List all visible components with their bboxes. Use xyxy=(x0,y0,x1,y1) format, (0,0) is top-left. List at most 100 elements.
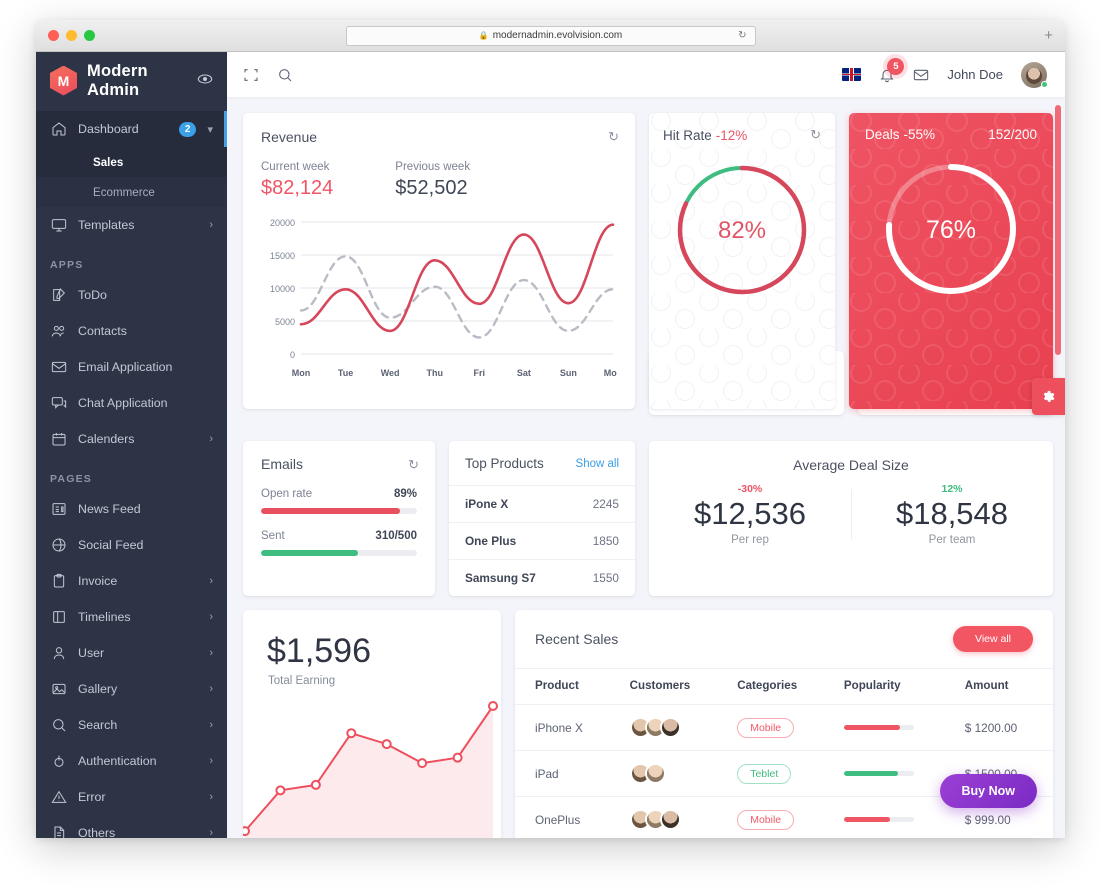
list-item[interactable]: One Plus 1850 xyxy=(449,522,635,559)
column-header-product: Product xyxy=(515,668,622,705)
table-header-row: Product Customers Categories Popularity … xyxy=(515,668,1053,705)
new-tab-button[interactable]: + xyxy=(1044,27,1053,44)
fullscreen-icon[interactable] xyxy=(243,67,259,83)
sidebar-item-gallery[interactable]: Gallery › xyxy=(36,671,227,707)
sidebar-item-label: Dashboard xyxy=(78,122,139,136)
sidebar-item-email-application[interactable]: Email Application xyxy=(36,349,227,385)
users-icon xyxy=(50,323,67,340)
browser-titlebar: 🔒 modernadmin.evolvision.com ↻ + xyxy=(36,20,1065,52)
app-shell: M Modern Admin Dashboard 2 ▾ Sales Ecomm… xyxy=(36,52,1065,838)
sidebar-item-label: Search xyxy=(78,718,118,732)
cell-category: Mobile xyxy=(729,796,836,838)
address-bar[interactable]: 🔒 modernadmin.evolvision.com ↻ xyxy=(345,25,756,46)
popularity-bar xyxy=(843,771,914,776)
close-window-button[interactable] xyxy=(48,30,59,41)
cell-product: iPad xyxy=(515,750,622,797)
sidebar-item-search[interactable]: Search › xyxy=(36,707,227,743)
hit-rate-delta: -12% xyxy=(715,127,748,143)
online-status-dot xyxy=(1041,80,1048,88)
deals-fraction: 152/200 xyxy=(988,127,1037,142)
cell-product: OnePlus xyxy=(515,796,622,838)
open-rate-bar xyxy=(261,508,417,514)
emails-title: Emails xyxy=(261,456,304,472)
avatar[interactable] xyxy=(1021,61,1048,88)
timeline-icon xyxy=(50,609,67,626)
brand[interactable]: M Modern Admin xyxy=(36,52,227,109)
sidebar-item-invoice[interactable]: Invoice › xyxy=(36,563,227,599)
sent-value: 310/500 xyxy=(375,530,417,542)
list-item[interactable]: Samsung S7 1550 xyxy=(449,559,635,596)
uk-flag-icon[interactable] xyxy=(842,68,862,81)
eye-icon[interactable] xyxy=(197,71,213,90)
column-header-amount: Amount xyxy=(956,668,1053,705)
sidebar-item-label: Social Feed xyxy=(78,538,144,552)
svg-text:5000: 5000 xyxy=(275,317,295,327)
dashboard-content: Revenue ↻ Current week $82,124 Previous … xyxy=(227,97,1065,838)
sidebar-item-ecommerce[interactable]: Ecommerce xyxy=(36,177,227,207)
sidebar-item-authentication[interactable]: Authentication › xyxy=(36,743,227,779)
sidebar-item-others[interactable]: Others › xyxy=(36,815,227,838)
image-icon xyxy=(50,681,67,698)
refresh-icon[interactable]: ↻ xyxy=(608,129,619,145)
cell-customers xyxy=(621,704,730,751)
sidebar-item-dashboard[interactable]: Dashboard 2 ▾ xyxy=(36,111,227,147)
maximize-window-button[interactable] xyxy=(84,30,95,41)
sidebar-item-sales[interactable]: Sales xyxy=(36,147,227,177)
sidebar-item-label: Authentication xyxy=(78,754,157,768)
sidebar-nav: Dashboard 2 ▾ Sales Ecommerce Templates … xyxy=(36,109,227,838)
product-name: One Plus xyxy=(465,534,517,548)
content-scrollbar[interactable] xyxy=(1055,105,1061,355)
sidebar-section-pages: PAGES xyxy=(50,473,92,485)
average-deal-size-card: Average Deal Size -30% $12,536 Per rep 1… xyxy=(649,441,1053,596)
gear-icon xyxy=(1043,390,1055,402)
dashboard-row-3: Emails ↻ Open rate 89% Sent 310/500 Top … xyxy=(243,441,1053,596)
chevron-right-icon: › xyxy=(209,219,213,231)
newspaper-icon xyxy=(50,501,67,518)
refresh-icon[interactable]: ↻ xyxy=(810,127,821,143)
show-all-link[interactable]: Show all xyxy=(576,458,619,470)
list-item[interactable]: iPone X 2245 xyxy=(449,485,635,522)
column-header-categories: Categories xyxy=(729,668,836,705)
svg-text:76%: 76% xyxy=(926,216,976,244)
refresh-icon[interactable]: ↻ xyxy=(408,457,419,473)
svg-text:0: 0 xyxy=(290,350,295,360)
sidebar-item-user[interactable]: User › xyxy=(36,635,227,671)
open-rate-value: 89% xyxy=(393,488,417,500)
sidebar-item-calenders[interactable]: Calenders › xyxy=(36,421,227,457)
chevron-right-icon: › xyxy=(209,755,213,767)
sidebar-item-label: Error xyxy=(78,790,106,804)
total-earning-area-chart xyxy=(243,701,498,838)
table-row[interactable]: iPhone X Mobile $ 1200.00 xyxy=(515,704,1053,751)
deals-delta: -55% xyxy=(903,127,936,142)
sidebar-item-contacts[interactable]: Contacts xyxy=(36,313,227,349)
user-name[interactable]: John Doe xyxy=(947,67,1003,82)
view-all-button[interactable]: View all xyxy=(953,626,1033,652)
bell-icon[interactable]: 5 xyxy=(879,57,905,83)
per-rep-column: -30% $12,536 Per rep xyxy=(649,483,851,546)
reload-icon[interactable]: ↻ xyxy=(738,30,746,41)
settings-tab-button[interactable] xyxy=(1032,378,1065,415)
sidebar-item-templates[interactable]: Templates › xyxy=(36,207,227,243)
dashboard-submenu: Sales Ecommerce xyxy=(36,147,227,207)
sidebar-item-todo[interactable]: ToDo xyxy=(36,277,227,313)
sidebar-item-chat-application[interactable]: Chat Application xyxy=(36,385,227,421)
sidebar-item-news-feed[interactable]: News Feed xyxy=(36,491,227,527)
search-icon[interactable] xyxy=(277,67,293,83)
sidebar-item-timelines[interactable]: Timelines › xyxy=(36,599,227,635)
sidebar-item-error[interactable]: Error › xyxy=(36,779,227,815)
sidebar-item-label: ToDo xyxy=(78,288,107,302)
mail-icon[interactable] xyxy=(913,67,929,83)
sidebar-item-label: Others xyxy=(78,826,116,838)
minimize-window-button[interactable] xyxy=(66,30,77,41)
previous-week-value: $52,502 xyxy=(395,177,468,199)
sidebar: M Modern Admin Dashboard 2 ▾ Sales Ecomm… xyxy=(36,52,227,838)
window-controls[interactable] xyxy=(48,30,95,41)
top-products-card: Top Products Show all iPone X 2245 One P… xyxy=(449,441,635,596)
buy-now-button[interactable]: Buy Now xyxy=(939,774,1037,808)
product-name: iPone X xyxy=(465,497,509,511)
sidebar-item-label: Gallery xyxy=(78,682,118,696)
social-icon xyxy=(50,537,67,554)
svg-text:20000: 20000 xyxy=(270,218,295,228)
per-team-delta: 12% xyxy=(941,483,963,495)
sidebar-item-social-feed[interactable]: Social Feed xyxy=(36,527,227,563)
